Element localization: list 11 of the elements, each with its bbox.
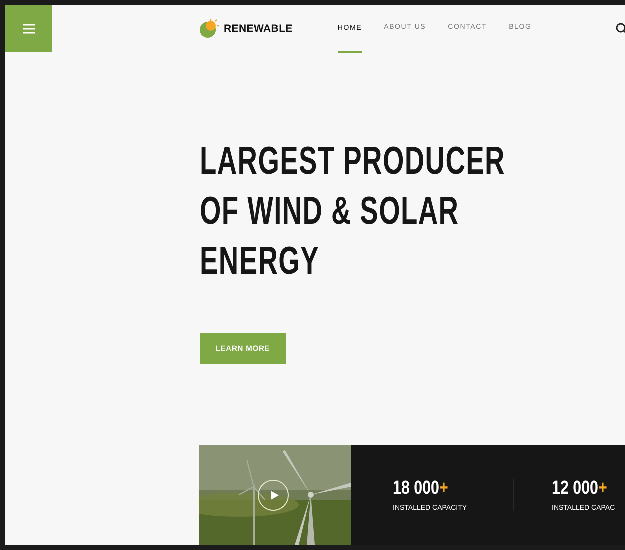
play-button[interactable] [258,480,289,511]
play-icon[interactable] [270,491,278,500]
headline-line: OF WIND & SOLAR [200,189,460,235]
stat-value: 12 000+ [552,478,608,500]
menu-icon[interactable] [22,24,34,34]
headline-line: ENERGY [200,239,320,285]
stat-value: 18 000+ [393,478,449,500]
brand-name[interactable]: RENEWABLE [224,23,293,35]
logo-icon [199,19,219,39]
search-icon[interactable] [616,23,625,35]
headline-line: LARGEST PRODUCER [200,139,506,185]
